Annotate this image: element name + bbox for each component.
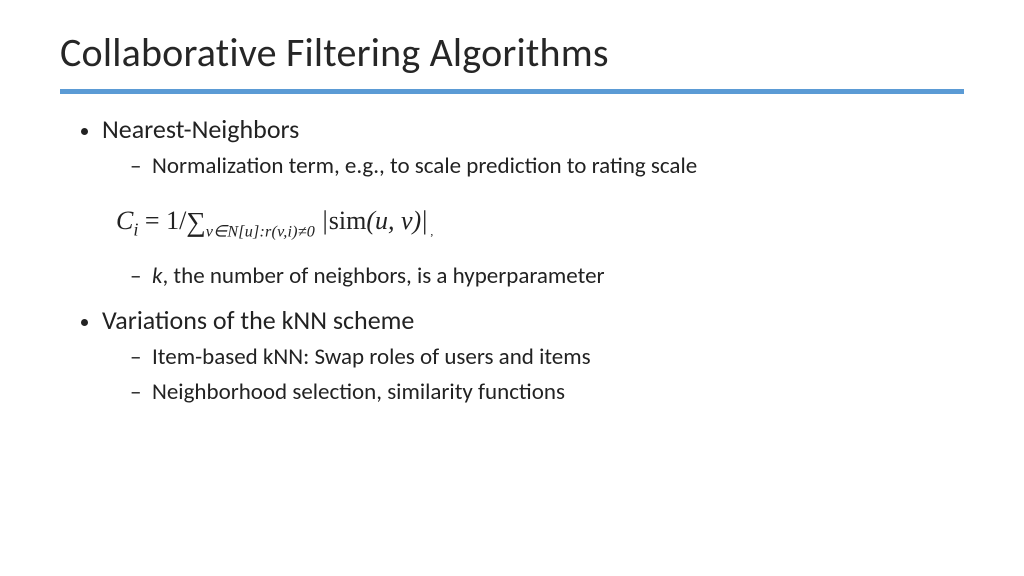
formula-lhs-var: C	[116, 206, 133, 235]
bullet-variations-knn: Variations of the kNN scheme Item-based …	[102, 303, 964, 408]
sigma-icon: ∑	[186, 207, 205, 237]
sub-bullet-normalization: Normalization term, e.g., to scale predi…	[130, 151, 964, 182]
bullet-nearest-neighbors: Nearest-Neighbors Normalization term, e.…	[102, 112, 964, 293]
slide-title: Collaborative Filtering Algorithms	[60, 28, 964, 77]
bullet-list-level1: Nearest-Neighbors Normalization term, e.…	[60, 112, 964, 408]
formula: Ci = 1/∑v∈N[u]:r(v,i)≠0 |sim(u, v)|,	[116, 206, 433, 235]
slide-content: Nearest-Neighbors Normalization term, e.…	[60, 112, 964, 408]
title-underline	[60, 89, 964, 94]
bullet-list-level2: Normalization term, e.g., to scale predi…	[102, 151, 964, 182]
bullet-list-level2c: Item-based kNN: Swap roles of users and …	[102, 342, 964, 408]
bullet-list-level2b: k, the number of neighbors, is a hyperpa…	[102, 261, 964, 292]
k-variable: k	[152, 262, 162, 290]
abs-open: |	[322, 206, 329, 235]
sub-bullet-k-hyperparam: k, the number of neighbors, is a hyperpa…	[130, 261, 964, 292]
slide: Collaborative Filtering Algorithms Neare…	[0, 0, 1024, 576]
sub-bullet-neighborhood: Neighborhood selection, similarity funct…	[130, 377, 964, 408]
formula-sim-fn: sim	[329, 206, 367, 235]
formula-sum-subscript: v∈N[u]:r(v,i)≠0	[206, 224, 315, 241]
formula-eq: = 1/	[138, 206, 186, 235]
formula-block: Ci = 1/∑v∈N[u]:r(v,i)≠0 |sim(u, v)|,	[102, 192, 964, 257]
sub-bullet-item-based: Item-based kNN: Swap roles of users and …	[130, 342, 964, 373]
k-description: , the number of neighbors, is a hyperpar…	[162, 262, 604, 290]
bullet-label: Nearest-Neighbors	[102, 113, 299, 145]
formula-sim-args: (u, v)	[366, 206, 421, 235]
bullet-label: Variations of the kNN scheme	[102, 304, 414, 336]
formula-trailing: ,	[428, 225, 433, 238]
